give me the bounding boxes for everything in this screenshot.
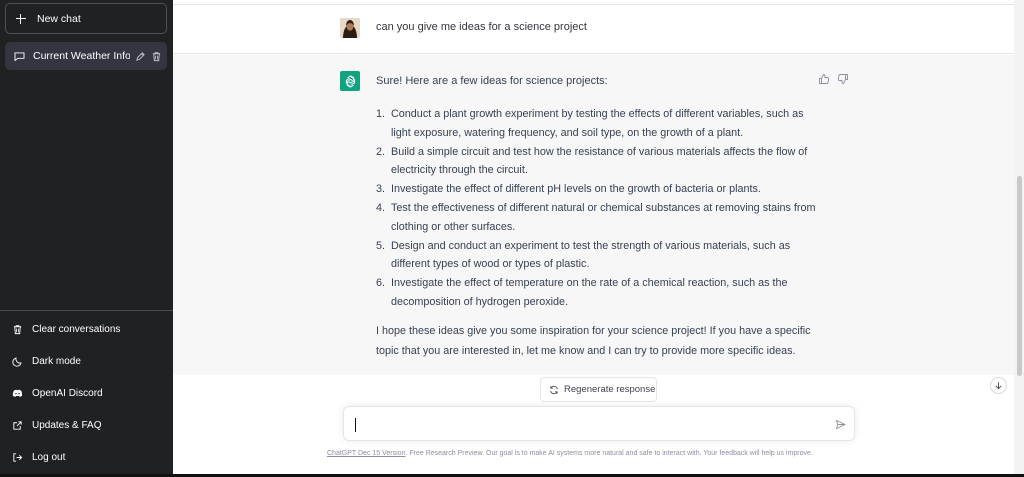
text-caret [355,418,356,432]
external-link-icon [13,420,22,430]
plus-icon [16,13,26,24]
list-item-text: Test the effectiveness of different natu… [391,201,816,233]
scroll-to-bottom-button[interactable] [990,377,1007,394]
list-item-text: Design and conduct an experiment to test… [391,239,791,271]
discord-icon [12,389,23,397]
thumbs-down-icon[interactable] [837,73,849,85]
message-input[interactable] [343,406,855,441]
trash-icon [13,324,22,334]
clear-conversations-label: Clear conversations [32,323,121,335]
trash-icon[interactable] [151,51,162,62]
user-avatar [340,18,360,38]
list-item: 2. Build a simple circuit and test how th… [376,145,808,177]
conversation-title: Current Weather Info U [33,50,130,62]
new-chat-button[interactable]: New chat [5,3,167,34]
discord-label: OpenAI Discord [32,387,103,399]
sidebar-bottom-menu: Clear conversations Dark mode OpenAI Dis… [0,310,173,474]
new-chat-label: New chat [37,12,81,25]
assistant-outro: I hope these ideas give you some inspira… [376,325,811,357]
list-item: 4. Test the effectiveness of different na… [376,201,816,233]
sidebar: New chat Current Weather Info U Clear co… [0,0,173,474]
list-item-text: Conduct a plant growth experiment by tes… [391,108,804,139]
chatgpt-logo-icon [340,71,360,91]
logout-icon [13,452,23,462]
logout-label: Log out [32,451,66,463]
footer-disclaimer: ChatGPT Dec 15 Version. Free Research Pr… [327,450,813,457]
list-item-text: Build a simple circuit and test how the … [391,145,808,177]
send-icon[interactable] [835,419,846,430]
assistant-intro: Sure! Here are a few ideas for science p… [376,75,608,87]
list-item: 5. Design and conduct an experiment to te… [376,239,791,271]
scrollbar-thumb[interactable] [1017,176,1022,376]
edit-icon[interactable] [135,51,146,62]
dark-mode-toggle[interactable]: Dark mode [12,351,81,371]
list-item: 1. Conduct a plant growth experiment by t… [376,108,804,139]
list-item: 3. Investigate the effect of different pH… [376,183,761,196]
refresh-icon [550,385,558,394]
user-message-row: can you give me ideas for a science proj… [173,5,1014,54]
assistant-message-row: Sure! Here are a few ideas for science p… [173,55,1014,375]
footer-text: . Free Research Preview. Our goal is to … [405,450,813,457]
list-item-text: Investigate the effect of different pH l… [391,183,761,196]
user-message: can you give me ideas for a science proj… [376,21,587,33]
logout-link[interactable]: Log out [12,447,65,467]
regenerate-label: Regenerate response [564,384,656,395]
thumbs-up-icon[interactable] [818,73,830,85]
discord-link[interactable]: OpenAI Discord [12,383,103,403]
updates-faq-link[interactable]: Updates & FAQ [12,415,101,435]
clear-conversations-link[interactable]: Clear conversations [12,319,120,339]
updates-faq-label: Updates & FAQ [32,419,102,431]
list-item-text: Investigate the effect of temperature on… [391,277,788,308]
assistant-ideas-list: 1. Conduct a plant growth experiment by t… [376,105,816,312]
conversation-item[interactable]: Current Weather Info U [5,42,167,70]
regenerate-response-button[interactable]: Regenerate response [540,377,657,402]
moon-icon [12,356,22,367]
arrow-down-icon [995,382,1002,390]
chat-main: can you give me ideas for a science proj… [173,0,1014,474]
chat-bubble-icon [14,51,25,61]
version-link[interactable]: ChatGPT Dec 15 Version [327,450,405,457]
dark-mode-label: Dark mode [32,355,81,367]
list-item: 6. Investigate the effect of temperature … [376,277,788,308]
